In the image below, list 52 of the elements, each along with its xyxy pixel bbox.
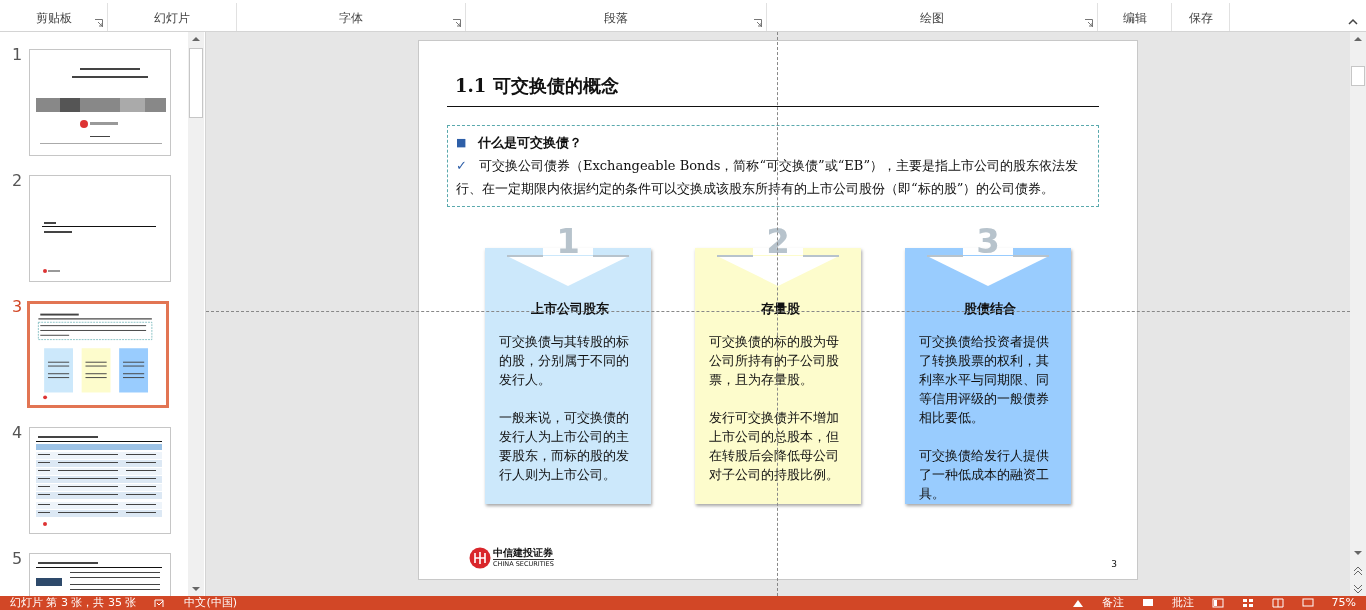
dialog-launcher-icon[interactable] xyxy=(754,19,762,27)
card-title: 上市公司股东 xyxy=(530,300,610,318)
slide-number: 2 xyxy=(11,171,24,190)
slide-thumbnail[interactable] xyxy=(29,427,171,534)
slide-number: 4 xyxy=(11,423,24,442)
slide-info: 幻灯片 第 3 张，共 35 张 xyxy=(10,596,137,610)
slide-thumbnail[interactable] xyxy=(29,49,171,156)
group-label: 字体 xyxy=(339,10,363,27)
group-label: 保存 xyxy=(1188,10,1213,27)
comment-icon[interactable] xyxy=(1141,598,1154,608)
next-slide-icon[interactable] xyxy=(1351,582,1365,596)
slide-number: 1 xyxy=(11,45,24,64)
group-label: 幻灯片 xyxy=(154,10,190,27)
page-number: 3 xyxy=(1111,559,1117,569)
previous-slide-icon[interactable] xyxy=(1351,564,1365,578)
scroll-thumb[interactable] xyxy=(189,48,203,118)
slide-thumbnail[interactable] xyxy=(29,175,171,282)
comments-button[interactable]: 批注 xyxy=(1171,596,1194,610)
logo-icon xyxy=(469,547,491,569)
reading-view-icon[interactable] xyxy=(1271,598,1284,608)
slideshow-icon[interactable] xyxy=(1301,598,1314,608)
group-label: 绘图 xyxy=(920,10,944,27)
card-number: 2 xyxy=(765,221,791,261)
card-number: 1 xyxy=(555,221,581,261)
slide-sorter-icon[interactable] xyxy=(1241,598,1254,608)
group-label: 段落 xyxy=(604,10,628,27)
dialog-launcher-icon[interactable] xyxy=(95,19,103,27)
card-title: 股债结合 xyxy=(963,300,1017,318)
notes-icon[interactable] xyxy=(1071,598,1084,608)
scroll-thumb[interactable] xyxy=(1351,66,1365,86)
card-number: 3 xyxy=(975,221,1001,261)
slide-title: 1.1 可交换债的概念 xyxy=(455,74,620,98)
language: 中文(中国) xyxy=(184,596,238,610)
slide-number: 5 xyxy=(11,549,24,568)
notes-button[interactable]: 备注 xyxy=(1101,596,1124,610)
dialog-launcher-icon[interactable] xyxy=(453,19,461,27)
dialog-launcher-icon[interactable] xyxy=(1085,19,1093,27)
card-text: 可交换债与其转股的标的股，分别属于不同的发行人。 xyxy=(499,333,630,389)
zoom-level[interactable]: 75% xyxy=(1331,596,1356,610)
logo-text: 中信建投证券 xyxy=(493,547,554,559)
group-label: 编辑 xyxy=(1122,10,1147,27)
collapse-ribbon-icon[interactable] xyxy=(1348,18,1358,25)
slide-number: 3 xyxy=(11,297,24,316)
normal-view-icon[interactable] xyxy=(1211,598,1224,608)
card-text: 一般来说，可交换债的发行人为上市公司的主要股东，而标的股的发行人则为上市公司。 xyxy=(499,409,630,484)
heading: 什么是可交换债？ xyxy=(478,134,583,152)
card-text: 可交换债给发行人提供了一种低成本的融资工具。 xyxy=(919,447,1050,503)
bullet-icon: ■ xyxy=(456,131,467,154)
slide-thumbnail[interactable] xyxy=(27,301,169,408)
spell-check-icon[interactable] xyxy=(154,598,167,608)
group-label: 剪贴板 xyxy=(35,10,72,27)
card-text: 可交换债给投资者提供了转换股票的权利，其利率水平与同期限、同等信用评级的一般债券相比要低。 xyxy=(919,333,1050,427)
